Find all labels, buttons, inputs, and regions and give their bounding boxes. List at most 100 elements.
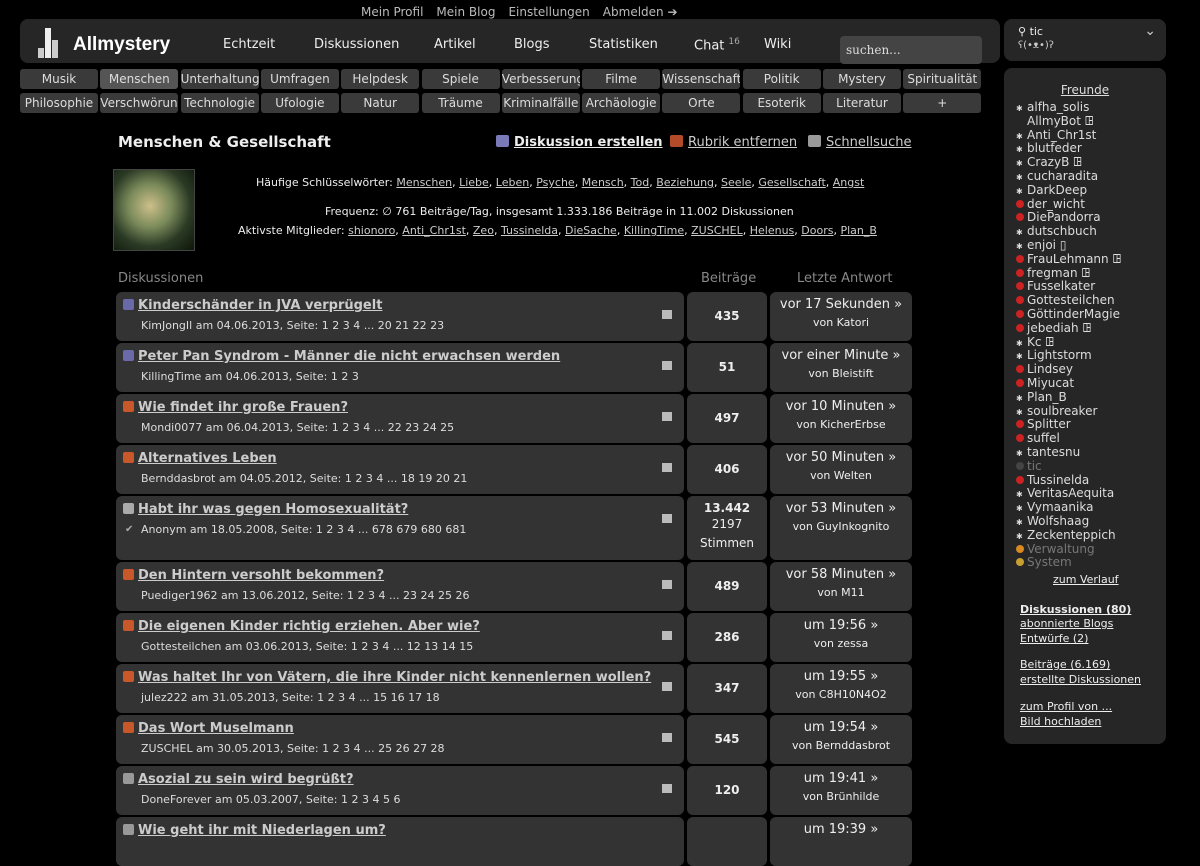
friend-item[interactable]: FrauLehmann ꖸ [1016, 252, 1121, 267]
friend-item[interactable]: Lindsey [1016, 362, 1073, 376]
friend-item[interactable]: Miyucat [1016, 376, 1074, 390]
member-link[interactable]: Tussinelda [501, 224, 558, 237]
thread-row[interactable]: Habt ihr was gegen Homosexualität? ✔ Anony… [116, 496, 684, 560]
last-reply-author[interactable]: von M11 [770, 586, 912, 599]
member-link[interactable]: ZUSCHEL [691, 224, 743, 237]
last-reply-author[interactable]: von C8H10N4O2 [770, 688, 912, 701]
friend-name[interactable]: CrazyB ꖸ [1027, 155, 1082, 169]
friend-name[interactable]: der_wicht [1027, 197, 1085, 211]
thread-title-link[interactable]: Kinderschänder in JVA verprügelt [138, 298, 382, 313]
friend-name[interactable]: AllmyBot ꖸ [1027, 114, 1094, 128]
category-tab[interactable]: Spiele [421, 69, 500, 89]
friend-item[interactable]: ✱ tantesnu [1016, 445, 1080, 459]
sidebar-link[interactable]: Beiträge (6.169) [1020, 658, 1110, 671]
nav-item-artikel[interactable]: Artikel [434, 37, 476, 52]
member-link[interactable]: DieSache [565, 224, 617, 237]
category-tab[interactable]: Filme [582, 69, 661, 89]
thread-title-link[interactable]: Was haltet Ihr von Vätern, die ihre Kind… [138, 670, 651, 685]
thread-title-link[interactable]: Das Wort Muselmann [138, 721, 294, 736]
friend-name[interactable]: Anti_Chr1st [1027, 128, 1096, 142]
friend-item[interactable]: ✱ DarkDeep [1016, 183, 1087, 197]
last-page-icon[interactable] [662, 631, 672, 640]
friends-heading[interactable]: Freunde [1004, 83, 1166, 97]
sidebar-link[interactable]: Entwürfe (2) [1020, 632, 1088, 645]
last-reply-author[interactable]: von Welten [770, 469, 912, 482]
friend-item[interactable]: AllmyBot ꖸ [1016, 114, 1094, 129]
last-reply-time[interactable]: vor 53 Minuten » [770, 501, 912, 516]
sidebar-link[interactable]: zum Profil von ... [1020, 700, 1112, 713]
last-reply[interactable]: vor 53 Minuten » von GuyInkognito [770, 496, 912, 560]
friend-name[interactable]: suffel [1027, 431, 1060, 445]
friend-name[interactable]: DarkDeep [1027, 183, 1087, 197]
last-reply-time[interactable]: um 19:54 » [770, 720, 912, 735]
last-reply-author[interactable]: von GuyInkognito [770, 520, 912, 533]
chevron-down-icon[interactable]: ⌄ [1144, 23, 1156, 39]
friend-item[interactable]: ✱ dutschbuch [1016, 224, 1097, 238]
friend-name[interactable]: enjoi ▯ [1027, 238, 1066, 252]
thread-title-link[interactable]: Alternatives Leben [138, 451, 277, 466]
thread-title-link[interactable]: Habt ihr was gegen Homosexualität? [138, 502, 408, 517]
last-reply-time[interactable]: um 19:41 » [770, 771, 912, 786]
last-page-icon[interactable] [662, 361, 672, 370]
friend-name[interactable]: tantesnu [1027, 445, 1080, 459]
category-tab[interactable]: Musik [20, 69, 98, 89]
last-page-icon[interactable] [662, 310, 672, 319]
friend-item[interactable]: ✱ alfha_solis [1016, 100, 1089, 114]
friend-item[interactable]: ✱ enjoi ▯ [1016, 238, 1066, 252]
member-link[interactable]: Anti_Chr1st [402, 224, 466, 237]
friend-name[interactable]: GöttinderMagie [1027, 307, 1120, 321]
friend-name[interactable]: Splitter [1027, 417, 1071, 431]
nav-item-wiki[interactable]: Wiki [764, 37, 791, 52]
member-link[interactable]: Plan_B [840, 224, 876, 237]
last-reply[interactable]: um 19:56 » von zessa [770, 613, 912, 662]
friend-item[interactable]: der_wicht [1016, 197, 1085, 211]
last-reply-author[interactable]: von Bernddasbrot [770, 739, 912, 752]
friend-name[interactable]: Miyucat [1027, 376, 1074, 390]
category-tab[interactable]: Wissenschaft [662, 69, 741, 89]
last-page-icon[interactable] [662, 514, 672, 523]
keyword-link[interactable]: Seele [721, 176, 751, 189]
last-reply-author[interactable]: von Katori [770, 316, 912, 329]
top-link[interactable]: Einstellungen [508, 5, 589, 19]
category-tab[interactable]: Archäologie [582, 93, 661, 113]
last-page-icon[interactable] [662, 682, 672, 691]
friend-item[interactable]: GöttinderMagie [1016, 307, 1120, 321]
friend-name[interactable]: tic [1027, 459, 1042, 473]
friend-name[interactable]: blutfeder [1027, 141, 1082, 155]
sidebar-link[interactable]: erstellte Diskussionen [1020, 673, 1141, 686]
sidebar-link[interactable]: Diskussionen (80) [1020, 603, 1131, 616]
last-reply[interactable]: vor 17 Sekunden » von Katori [770, 292, 912, 341]
friend-item[interactable]: tic [1016, 459, 1042, 473]
thread-title-link[interactable]: Asozial zu sein wird begrüßt? [138, 772, 354, 787]
friend-item[interactable]: ✱ Vymaanika [1016, 500, 1093, 514]
quick-search-button[interactable]: Schnellsuche [808, 135, 912, 150]
last-reply-time[interactable]: vor 50 Minuten » [770, 450, 912, 465]
last-reply[interactable]: vor 58 Minuten » von M11 [770, 562, 912, 611]
last-page-icon[interactable] [662, 412, 672, 421]
friend-item[interactable]: Fusselkater [1016, 279, 1095, 293]
friend-item[interactable]: ✱ cucharadita [1016, 169, 1098, 183]
last-page-icon[interactable] [662, 784, 672, 793]
friend-name[interactable]: cucharadita [1027, 169, 1098, 183]
friend-item[interactable]: ✱ Lightstorm [1016, 348, 1092, 362]
member-link[interactable]: KillingTime [624, 224, 684, 237]
top-link[interactable]: Mein Profil [361, 5, 423, 19]
last-reply-author[interactable]: von KicherErbse [770, 418, 912, 431]
friend-item[interactable]: DiePandorra [1016, 210, 1101, 224]
category-tab[interactable]: + [903, 93, 982, 113]
thread-row[interactable]: Wie geht ihr mit Niederlagen um? [116, 817, 684, 866]
last-reply[interactable]: vor 50 Minuten » von Welten [770, 445, 912, 494]
friend-item[interactable]: Splitter [1016, 417, 1071, 431]
category-tab[interactable]: Natur [341, 93, 420, 113]
create-discussion-button[interactable]: Diskussion erstellen [496, 135, 663, 150]
category-tab[interactable]: Träume [421, 93, 500, 113]
thread-row[interactable]: Die eigenen Kinder richtig erziehen. Abe… [116, 613, 684, 662]
friend-name[interactable]: jebediah ꖸ [1027, 321, 1091, 335]
friend-item[interactable]: ✱ soulbreaker [1016, 404, 1097, 418]
friend-item[interactable]: Verwaltung [1016, 542, 1095, 556]
category-tab[interactable]: Verbesserungen [501, 69, 580, 89]
user-menu[interactable]: ⚲ tic ʕ(•ᴥ•)ʔ ⌄ [1004, 19, 1166, 61]
nav-item-chat[interactable]: Chat 16 [694, 37, 740, 53]
thread-title-link[interactable]: Den Hintern versohlt bekommen? [138, 568, 384, 583]
friend-item[interactable]: ✱ Anti_Chr1st [1016, 128, 1096, 142]
